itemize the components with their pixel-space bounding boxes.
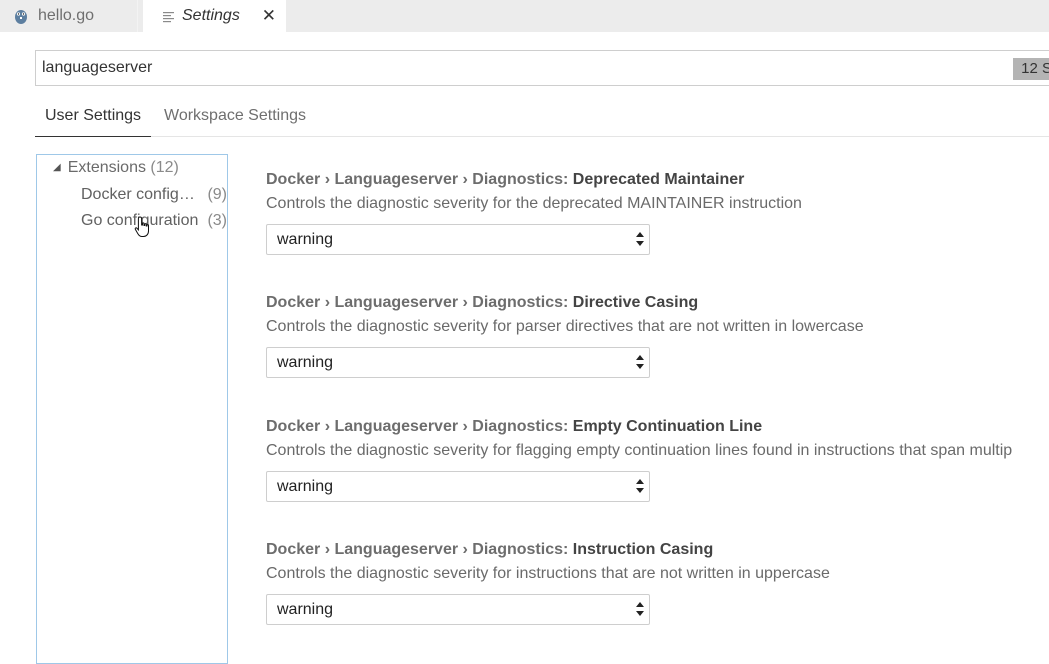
hand-cursor-icon	[134, 216, 149, 237]
setting-description: Controls the diagnostic severity for ins…	[266, 565, 830, 582]
setting-deprecated-maintainer: Docker › Languageserver › Diagnostics: D…	[266, 169, 1049, 255]
select-value: warning	[277, 601, 334, 618]
setting-description: Controls the diagnostic severity for fla…	[266, 442, 1013, 459]
setting-path: Docker › Languageserver › Diagnostics:	[266, 418, 573, 435]
toc-item-label: Docker configuration	[81, 186, 203, 203]
select-arrows-icon	[636, 355, 644, 369]
toc-extensions-count: (12)	[150, 159, 179, 176]
gopher-icon	[14, 8, 28, 24]
select-value: warning	[277, 478, 334, 495]
settings-scope-tabs: User Settings Workspace Settings	[35, 100, 1049, 137]
setting-path: Docker › Languageserver › Diagnostics:	[266, 171, 573, 188]
setting-title: Docker › Languageserver › Diagnostics: D…	[266, 292, 1049, 314]
tab-settings[interactable]: Settings ✕	[143, 0, 286, 32]
severity-select[interactable]: warning	[266, 347, 650, 378]
toc-extensions-label: Extensions	[67, 159, 146, 176]
setting-empty-continuation-line: Docker › Languageserver › Diagnostics: E…	[266, 416, 1049, 502]
toc-item-count: (9)	[207, 186, 228, 203]
editor-tab-bar: hello.go Settings ✕	[0, 0, 1049, 32]
setting-description: Controls the diagnostic severity for par…	[266, 318, 864, 335]
setting-name: Empty Continuation Line	[572, 418, 763, 435]
select-arrows-icon	[636, 479, 644, 493]
setting-name: Directive Casing	[572, 294, 699, 311]
select-value: warning	[277, 354, 334, 371]
severity-select[interactable]: warning	[266, 471, 650, 502]
setting-path: Docker › Languageserver › Diagnostics:	[266, 294, 573, 311]
setting-name: Instruction Casing	[572, 541, 714, 558]
toc-extensions[interactable]: ◢ Extensions (12)	[53, 157, 179, 179]
document-icon	[163, 10, 174, 23]
tab-hello-go-label: hello.go	[38, 7, 95, 24]
result-count-badge: 12 S	[1013, 58, 1049, 80]
tab-user-settings[interactable]: User Settings	[35, 100, 152, 137]
select-arrows-icon	[636, 602, 644, 616]
tab-settings-label: Settings	[182, 7, 240, 24]
close-icon[interactable]: ✕	[262, 6, 276, 26]
setting-description: Controls the diagnostic severity for the…	[266, 195, 802, 212]
toc-item-count: (3)	[207, 212, 228, 229]
setting-title: Docker › Languageserver › Diagnostics: E…	[266, 416, 1049, 438]
setting-title: Docker › Languageserver › Diagnostics: D…	[266, 169, 1049, 191]
tab-hello-go[interactable]: hello.go	[0, 0, 138, 32]
toc-item-go[interactable]: Go configuration (3)	[81, 210, 227, 232]
severity-select[interactable]: warning	[266, 224, 650, 255]
settings-search-box: 12 S	[35, 50, 1049, 86]
setting-instruction-casing: Docker › Languageserver › Diagnostics: I…	[266, 539, 1049, 625]
setting-path: Docker › Languageserver › Diagnostics:	[266, 541, 573, 558]
tab-workspace-settings[interactable]: Workspace Settings	[164, 100, 306, 137]
toc-item-docker[interactable]: Docker configuration (9)	[81, 184, 227, 206]
select-arrows-icon	[636, 232, 644, 246]
caret-down-icon[interactable]: ◢	[53, 157, 61, 179]
select-value: warning	[277, 231, 334, 248]
settings-toc: ◢ Extensions (12) Docker configuration (9…	[36, 154, 228, 664]
setting-directive-casing: Docker › Languageserver › Diagnostics: D…	[266, 292, 1049, 378]
setting-title: Docker › Languageserver › Diagnostics: I…	[266, 539, 1049, 561]
severity-select[interactable]: warning	[266, 594, 650, 625]
settings-search-input[interactable]	[42, 59, 942, 77]
setting-name: Deprecated Maintainer	[572, 171, 745, 188]
